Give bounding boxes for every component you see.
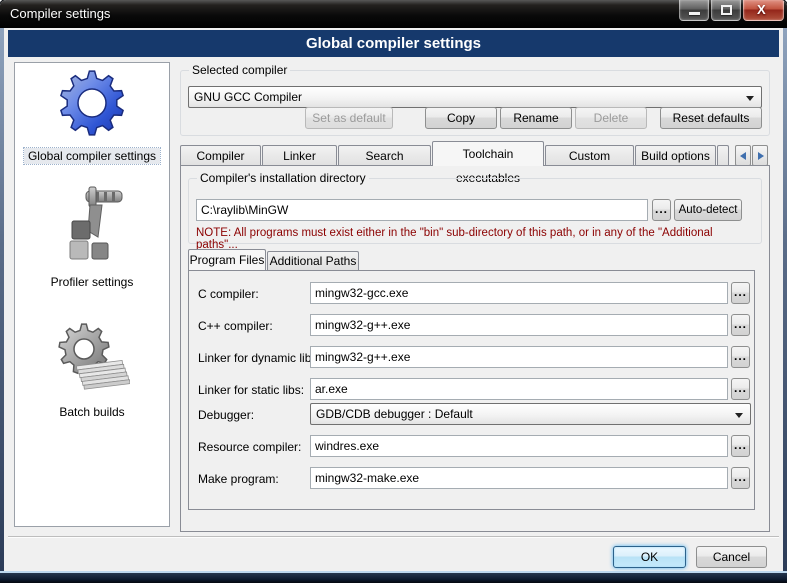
sidebar-item-batch-builds[interactable]: Batch builds (15, 321, 169, 421)
selected-compiler-group-label: Selected compiler (189, 63, 290, 77)
field-label: Make program: (198, 472, 279, 486)
debugger-select-value: GDB/CDB debugger : Default (316, 407, 473, 421)
close-icon: X (757, 2, 766, 17)
page-title: Global compiler settings (8, 30, 779, 57)
titlebar: Compiler settings X (0, 0, 787, 28)
subtab-additional-paths[interactable]: Additional Paths (267, 251, 359, 270)
tab-search-directories[interactable]: Search directories (338, 145, 431, 166)
tab-compiler-settings[interactable]: Compiler settings (180, 145, 261, 166)
resource-compiler-input[interactable] (310, 435, 728, 457)
tab-toolchain-executables[interactable]: Toolchain executables (432, 141, 544, 166)
minimize-icon (689, 12, 700, 15)
chevron-down-icon (735, 413, 743, 418)
dynamic-linker-input[interactable] (310, 346, 728, 368)
c-compiler-input[interactable] (310, 282, 728, 304)
installation-directory-group-label: Compiler's installation directory (197, 171, 369, 185)
resource-compiler-browse-button[interactable]: ... (731, 435, 750, 457)
sidebar-item-label: Global compiler settings (24, 148, 160, 164)
sidebar-item-label: Profiler settings (47, 274, 138, 290)
profiler-caliper-icon (56, 185, 128, 267)
cancel-button[interactable]: Cancel (696, 546, 767, 568)
field-label: C++ compiler: (198, 319, 273, 333)
make-program-input[interactable] (310, 467, 728, 489)
reset-defaults-button[interactable]: Reset defaults (660, 107, 762, 129)
window-frame-left (0, 28, 4, 571)
field-label: Linker for dynamic libs: (198, 351, 321, 365)
auto-detect-button[interactable]: Auto-detect (674, 199, 742, 221)
static-linker-browse-button[interactable]: ... (731, 378, 750, 400)
tab-linker-settings[interactable]: Linker settings (262, 145, 337, 166)
sidebar-item-global-compiler-settings[interactable]: Global compiler settings (15, 67, 169, 165)
field-label: Linker for static libs: (198, 383, 304, 397)
compiler-select-value: GNU GCC Compiler (194, 90, 302, 104)
arrow-left-icon (740, 152, 746, 160)
arrow-right-icon (758, 152, 764, 160)
compiler-select[interactable]: GNU GCC Compiler (188, 86, 762, 108)
tab-scroll-left-button[interactable] (735, 145, 751, 166)
cpp-compiler-browse-button[interactable]: ... (731, 314, 750, 336)
installation-note: NOTE: All programs must exist either in … (196, 227, 756, 251)
tab-custom-variables[interactable]: Custom variables (545, 145, 634, 166)
compiler-settings-dialog: Compiler settings X Global compiler sett… (0, 0, 787, 583)
window-frame-bottom (0, 571, 787, 583)
c-compiler-browse-button[interactable]: ... (731, 282, 750, 304)
sidebar-item-profiler-settings[interactable]: Profiler settings (15, 185, 169, 291)
window-frame-right (783, 28, 787, 571)
make-program-browse-button[interactable]: ... (731, 467, 750, 489)
blue-gear-icon (57, 67, 127, 141)
tab-partial-next[interactable] (717, 145, 729, 166)
restore-icon (721, 5, 732, 15)
field-label: Resource compiler: (198, 440, 301, 454)
copy-button[interactable]: Copy (425, 107, 497, 129)
dynamic-linker-browse-button[interactable]: ... (731, 346, 750, 368)
settings-category-list: Global compiler settings Profiler settin… (14, 62, 170, 527)
close-button[interactable]: X (743, 0, 784, 21)
set-as-default-button: Set as default (305, 107, 393, 129)
minimize-button[interactable] (679, 0, 709, 21)
installation-directory-input[interactable] (196, 199, 648, 221)
footer-separator (8, 536, 779, 538)
tab-build-options[interactable]: Build options (635, 145, 716, 166)
sidebar-item-label: Batch builds (55, 404, 128, 420)
cpp-compiler-input[interactable] (310, 314, 728, 336)
ok-button[interactable]: OK (613, 546, 686, 568)
subtab-program-files[interactable]: Program Files (188, 249, 266, 270)
delete-button: Delete (575, 107, 647, 129)
field-label: Debugger: (198, 408, 254, 422)
window-title: Compiler settings (10, 6, 110, 21)
installation-directory-browse-button[interactable]: ... (652, 199, 671, 221)
static-linker-input[interactable] (310, 378, 728, 400)
batch-builds-gear-icon (54, 321, 130, 397)
chevron-down-icon (746, 96, 754, 101)
tab-scroll-right-button[interactable] (752, 145, 768, 166)
field-label: C compiler: (198, 287, 259, 301)
restore-button[interactable] (711, 0, 741, 21)
debugger-select[interactable]: GDB/CDB debugger : Default (310, 403, 751, 425)
rename-button[interactable]: Rename (500, 107, 572, 129)
